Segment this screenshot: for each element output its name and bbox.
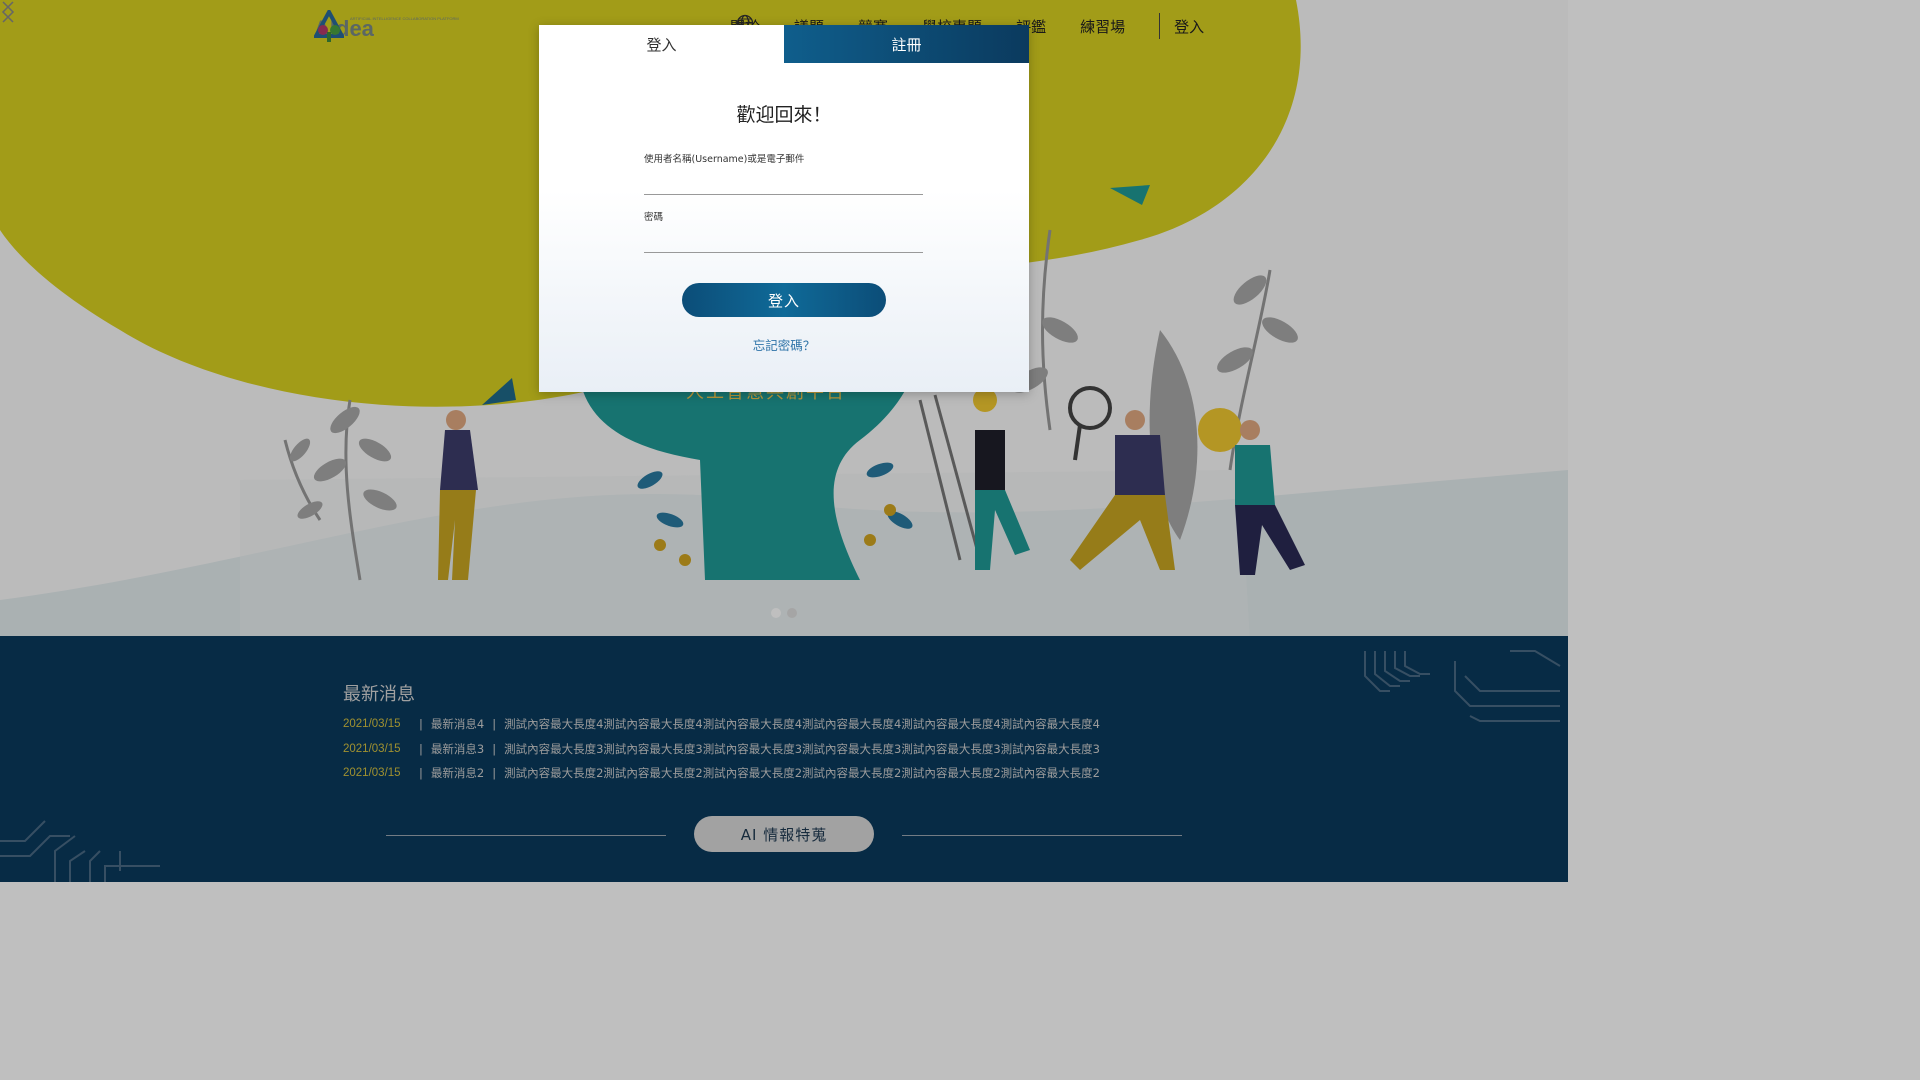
news-item[interactable]: 2021/03/15 | 最新消息4 | 測試內容最大長度4測試內容最大長度4測…	[343, 712, 1100, 737]
news-item[interactable]: 2021/03/15 | 最新消息2 | 測試內容最大長度2測試內容最大長度2測…	[343, 761, 1100, 786]
password-input[interactable]	[644, 231, 923, 253]
tab-login[interactable]: 登入	[539, 25, 784, 63]
news-separator: |	[419, 741, 423, 756]
username-input[interactable]	[644, 173, 923, 195]
tab-register[interactable]: 註冊	[784, 25, 1029, 63]
news-date: 2021/03/15	[343, 767, 401, 780]
circuit-decoration-icon	[1364, 650, 1561, 722]
carousel-dot-2[interactable]	[787, 608, 797, 618]
news-content[interactable]: 測試內容最大長度3測試內容最大長度3測試內容最大長度3測試內容最大長度3測試內容…	[504, 741, 1100, 757]
news-separator: |	[492, 717, 497, 732]
circuit-decoration-icon	[0, 820, 160, 882]
aidea-logo-icon	[314, 10, 344, 42]
carousel-dot-1[interactable]	[771, 608, 781, 618]
logo-tagline: ARTIFICIAL INTELLIGENCE COLLABORATION PL…	[350, 16, 459, 21]
nav-divider	[1159, 13, 1161, 39]
ai-divider-right	[902, 835, 1182, 836]
news-content[interactable]: 測試內容最大長度2測試內容最大長度2測試內容最大長度2測試內容最大長度2測試內容…	[504, 765, 1100, 781]
news-date: 2021/03/15	[343, 742, 401, 755]
carousel-dots	[771, 608, 797, 618]
login-modal: 登入 註冊 歡迎回來！ 使用者名稱(Username)或是電子郵件 密碼 登入 …	[539, 25, 1029, 392]
news-content[interactable]: 測試內容最大長度4測試內容最大長度4測試內容最大長度4測試內容最大長度4測試內容…	[504, 716, 1100, 732]
carousel-next-icon[interactable]	[0, 0, 16, 24]
news-name[interactable]: 最新消息4	[431, 716, 484, 732]
nav-item-practice[interactable]: 練習場	[1080, 16, 1125, 37]
news-item[interactable]: 2021/03/15 | 最新消息3 | 測試內容最大長度3測試內容最大長度3測…	[343, 737, 1100, 762]
news-separator: |	[419, 717, 423, 732]
ai-intel-button[interactable]: AI 情報特蒐	[694, 816, 874, 852]
modal-title: 歡迎回來！	[736, 104, 832, 126]
password-label: 密碼	[644, 212, 664, 223]
login-button[interactable]: 登入	[682, 283, 886, 317]
modal-tabs: 登入 註冊	[539, 25, 1029, 63]
news-separator: |	[419, 766, 423, 781]
news-name[interactable]: 最新消息2	[431, 765, 484, 781]
news-name[interactable]: 最新消息3	[431, 741, 484, 757]
forgot-password-link[interactable]: 忘記密碼？	[539, 335, 1029, 354]
news-section: 最新消息 2021/03/15 | 最新消息4 | 測試內容最大長度4測試內容最…	[0, 636, 1568, 882]
news-separator: |	[492, 741, 497, 756]
ai-divider-left	[386, 835, 666, 836]
username-label: 使用者名稱(Username)或是電子郵件	[644, 154, 805, 165]
news-list: 2021/03/15 | 最新消息4 | 測試內容最大長度4測試內容最大長度4測…	[343, 712, 1100, 786]
nav-login-link[interactable]: 登入	[1174, 16, 1204, 37]
news-title: 最新消息	[343, 684, 415, 705]
logo[interactable]: AIdea ARTIFICIAL INTELLIGENCE COLLABORAT…	[314, 10, 459, 42]
news-separator: |	[492, 766, 497, 781]
news-date: 2021/03/15	[343, 718, 401, 731]
